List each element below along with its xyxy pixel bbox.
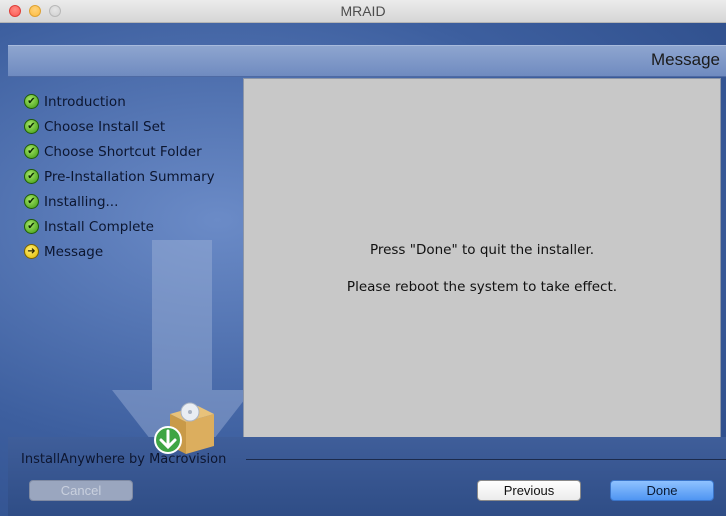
- arrow-right-circle-icon: ➜: [24, 244, 39, 259]
- check-circle-icon: ✔: [24, 194, 39, 209]
- step-label: Pre-Installation Summary: [44, 168, 215, 185]
- step-item: ✔ Installing...: [24, 189, 234, 214]
- step-label: Choose Shortcut Folder: [44, 143, 202, 160]
- step-item-current: ➜ Message: [24, 239, 234, 264]
- installer-window: MRAID Message ✔ Introduction ✔ Choose In…: [0, 0, 726, 516]
- step-label: Choose Install Set: [44, 118, 166, 135]
- title-bar[interactable]: MRAID: [0, 0, 726, 23]
- step-item: ✔ Choose Install Set: [24, 114, 234, 139]
- done-button[interactable]: Done: [610, 480, 714, 501]
- step-label: Message: [44, 243, 104, 260]
- previous-button[interactable]: Previous: [477, 480, 581, 501]
- step-label: Installing...: [44, 193, 119, 210]
- step-label: Introduction: [44, 93, 126, 110]
- footer-divider: [246, 459, 726, 460]
- message-line-1: Press "Done" to quit the installer.: [369, 242, 595, 258]
- window-title: MRAID: [340, 3, 386, 19]
- step-item: ✔ Introduction: [24, 89, 234, 114]
- step-item: ✔ Choose Shortcut Folder: [24, 139, 234, 164]
- step-title: Message: [651, 50, 720, 69]
- check-circle-icon: ✔: [24, 169, 39, 184]
- check-circle-icon: ✔: [24, 119, 39, 134]
- step-item: ✔ Install Complete: [24, 214, 234, 239]
- step-item: ✔ Pre-Installation Summary: [24, 164, 234, 189]
- check-circle-icon: ✔: [24, 219, 39, 234]
- check-circle-icon: ✔: [24, 144, 39, 159]
- message-line-2: Please reboot the system to take effect.: [346, 279, 618, 295]
- step-list: ✔ Introduction ✔ Choose Install Set ✔ Ch…: [24, 89, 234, 264]
- check-circle-icon: ✔: [24, 94, 39, 109]
- step-header: Message: [8, 45, 726, 77]
- cancel-button[interactable]: Cancel: [29, 480, 133, 501]
- footer-band: [8, 437, 726, 516]
- installer-box-icon: [154, 402, 214, 454]
- message-panel: Press "Done" to quit the installer. Plea…: [243, 78, 721, 441]
- step-label: Install Complete: [44, 218, 154, 235]
